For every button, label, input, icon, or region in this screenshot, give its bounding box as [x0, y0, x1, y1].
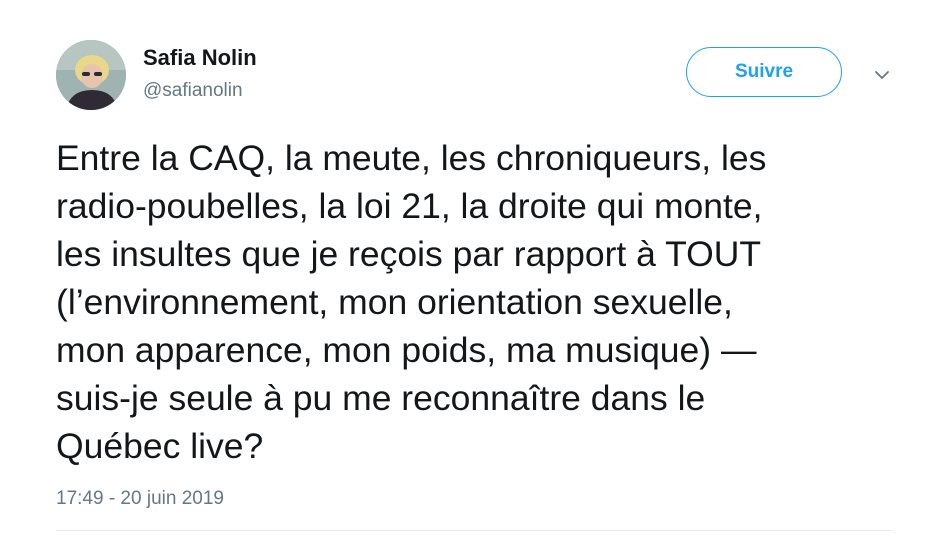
author-name[interactable]: Safia Nolin	[143, 45, 257, 71]
follow-button[interactable]: Suivre	[686, 47, 842, 97]
avatar[interactable]	[56, 40, 126, 110]
profile-photo-icon	[56, 40, 126, 110]
tweet-card: Safia Nolin @safianolin Suivre Entre la …	[0, 0, 946, 536]
tweet-timestamp[interactable]: 17:49 - 20 juin 2019	[56, 488, 224, 510]
tweet-text: Entre la CAQ, la meute, les chroniqueurs…	[56, 138, 767, 466]
tweet-menu-button[interactable]	[872, 65, 892, 85]
divider	[56, 530, 892, 531]
chevron-down-icon	[875, 71, 889, 79]
author-handle[interactable]: @safianolin	[143, 80, 243, 102]
